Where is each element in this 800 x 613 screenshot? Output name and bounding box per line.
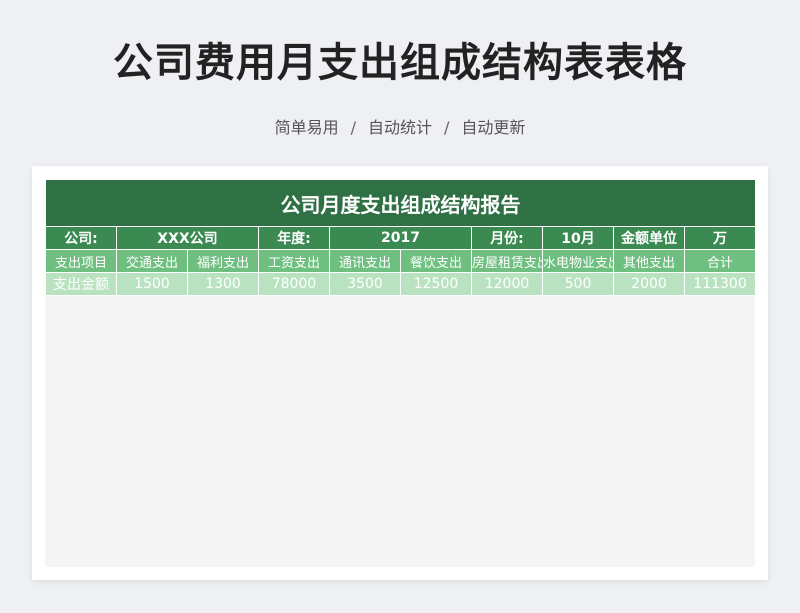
tag-auto-stats: 自动统计 xyxy=(367,118,432,137)
amount-cell[interactable]: 500 xyxy=(542,272,614,296)
amount-cell[interactable]: 1500 xyxy=(116,272,188,296)
item-cell[interactable]: 交通支出 xyxy=(116,249,188,273)
amounts-header-cell[interactable]: 支出金额 xyxy=(45,272,117,296)
company-label[interactable]: 公司: xyxy=(45,226,117,250)
unit-label[interactable]: 金额单位 xyxy=(613,226,685,250)
amount-cell[interactable]: 3500 xyxy=(329,272,401,296)
report-title[interactable]: 公司月度支出组成结构报告 xyxy=(44,179,757,227)
expense-report-table: 公司月度支出组成结构报告 公司: XXX公司 年度: 2017 月份: 10月 … xyxy=(44,179,757,296)
amount-cell[interactable]: 2000 xyxy=(613,272,685,296)
feature-tags: 简单易用 / 自动统计 / 自动更新 xyxy=(0,114,800,138)
tag-auto-update: 自动更新 xyxy=(461,118,526,137)
amount-cell[interactable]: 12500 xyxy=(400,272,472,296)
page-title: 公司费用月支出组成结构表表格 xyxy=(113,40,687,86)
item-cell[interactable]: 福利支出 xyxy=(187,249,259,273)
month-value[interactable]: 10月 xyxy=(542,226,614,250)
year-label[interactable]: 年度: xyxy=(258,226,330,250)
amount-cell[interactable]: 12000 xyxy=(471,272,543,296)
item-cell[interactable]: 通讯支出 xyxy=(329,249,401,273)
spreadsheet-card: 公司月度支出组成结构报告 公司: XXX公司 年度: 2017 月份: 10月 … xyxy=(32,166,768,580)
unit-value[interactable]: 万 xyxy=(683,226,757,250)
separator: / xyxy=(350,118,356,137)
item-cell[interactable]: 其他支出 xyxy=(613,249,685,273)
tag-easy: 简单易用 xyxy=(274,118,339,137)
item-total-cell[interactable]: 合计 xyxy=(683,249,757,273)
company-value[interactable]: XXX公司 xyxy=(116,226,259,250)
amount-total-cell[interactable]: 111300 xyxy=(683,272,757,296)
month-label[interactable]: 月份: xyxy=(471,226,543,250)
item-cell[interactable]: 水电物业支出 xyxy=(542,249,614,273)
amount-cell[interactable]: 78000 xyxy=(258,272,330,296)
year-value[interactable]: 2017 xyxy=(329,226,472,250)
separator: / xyxy=(444,118,450,137)
items-header-cell[interactable]: 支出项目 xyxy=(45,249,117,273)
spreadsheet-area: 公司月度支出组成结构报告 公司: XXX公司 年度: 2017 月份: 10月 … xyxy=(44,179,757,567)
item-cell[interactable]: 餐饮支出 xyxy=(400,249,472,273)
item-cell[interactable]: 工资支出 xyxy=(258,249,330,273)
amount-cell[interactable]: 1300 xyxy=(187,272,259,296)
item-cell[interactable]: 房屋租赁支出 xyxy=(471,249,543,273)
